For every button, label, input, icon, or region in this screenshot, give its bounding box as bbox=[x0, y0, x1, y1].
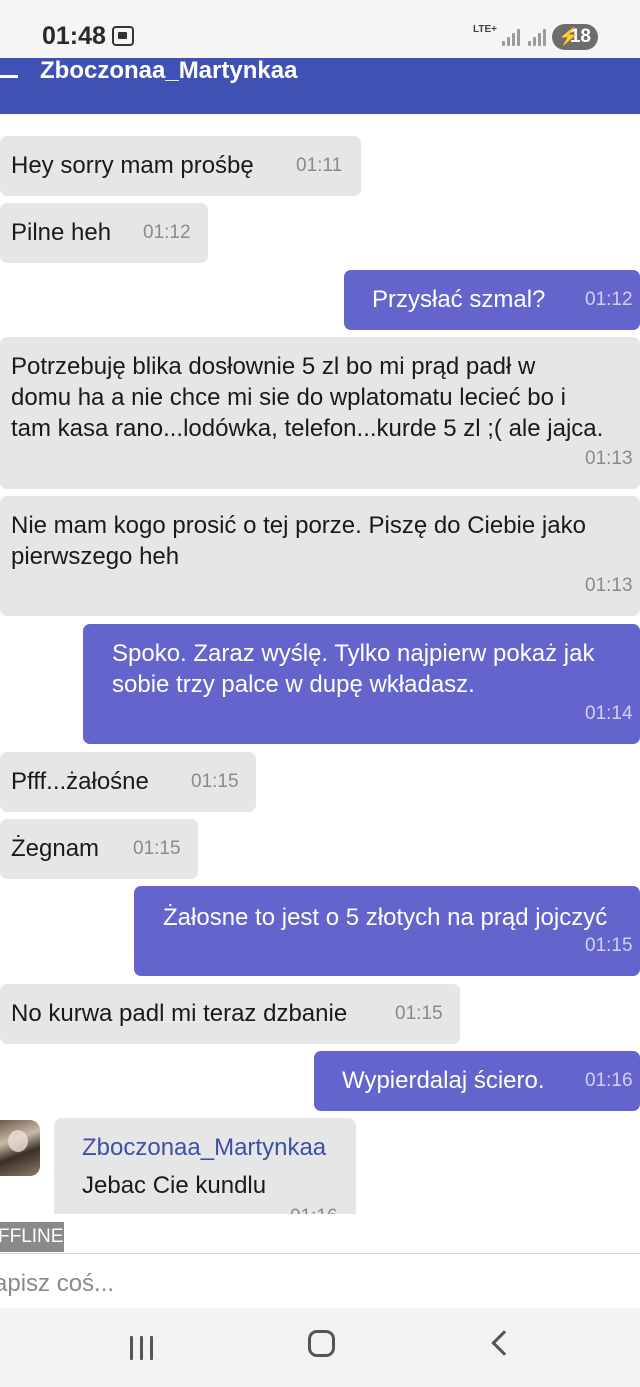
status-time: 01:48 bbox=[42, 22, 106, 50]
message-outgoing: Wypierdalaj ściero. 01:16 bbox=[314, 1051, 640, 1111]
signal-icon bbox=[502, 28, 520, 46]
message-input[interactable] bbox=[0, 1262, 640, 1306]
back-icon[interactable] bbox=[491, 1330, 517, 1356]
chat-title: Zboczonaa_Martynkaa bbox=[40, 57, 298, 84]
message-incoming: No kurwa padl mi teraz dzbanie 01:15 bbox=[0, 984, 460, 1044]
message-incoming: Pfff...żałośne 01:15 bbox=[0, 752, 256, 812]
message-incoming: Żegnam 01:15 bbox=[0, 819, 198, 879]
signal-icon bbox=[528, 28, 546, 46]
message-text: Pilne heh bbox=[11, 219, 112, 246]
message-time: 01:12 bbox=[143, 222, 191, 243]
message-time: 01:13 bbox=[585, 448, 633, 469]
message-outgoing: Spoko. Zaraz wyślę. Tylko najpierw pokaż… bbox=[83, 624, 640, 744]
screenshot-icon bbox=[112, 26, 134, 46]
message-text: Nie mam kogo prosić o tej porze. Piszę d… bbox=[11, 512, 586, 570]
message-time: 01:11 bbox=[296, 155, 343, 176]
battery-charging-icon: ⚡ 18 bbox=[552, 24, 598, 50]
message-incoming: Nie mam kogo prosić o tej porze. Piszę d… bbox=[0, 496, 640, 616]
status-bar: 01:48 LTE+ ⚡ 18 bbox=[0, 0, 640, 58]
message-text: Wypierdalaj ściero. bbox=[342, 1067, 545, 1094]
message-time: 01:15 bbox=[395, 1003, 443, 1024]
message-time: 01:15 bbox=[191, 771, 239, 792]
message-outgoing: Żałosne to jest o 5 złotych na prąd jojc… bbox=[134, 886, 640, 976]
message-time: 01:15 bbox=[585, 935, 633, 956]
sender-avatar[interactable] bbox=[0, 1120, 40, 1176]
offline-status-badge: FFLINE bbox=[0, 1222, 64, 1252]
message-incoming: Potrzebuję blika dosłownie 5 zl bo mi pr… bbox=[0, 337, 640, 489]
message-text: Hey sorry mam prośbę bbox=[11, 152, 254, 179]
message-time: 01:14 bbox=[585, 703, 633, 724]
message-text: Żałosne to jest o 5 złotych na prąd jojc… bbox=[163, 904, 608, 931]
home-icon[interactable] bbox=[308, 1330, 335, 1357]
back-arrow-icon[interactable] bbox=[0, 64, 20, 90]
message-time: 01:16 bbox=[290, 1206, 338, 1214]
message-incoming: Pilne heh 01:12 bbox=[0, 203, 208, 263]
message-time: 01:12 bbox=[585, 289, 633, 310]
sender-name[interactable]: Zboczonaa_Martynkaa bbox=[82, 1134, 326, 1162]
message-text: Żegnam bbox=[11, 835, 100, 862]
charging-bolt-icon: ⚡ bbox=[558, 27, 580, 46]
message-incoming-with-sender: Zboczonaa_Martynkaa Jebac Cie kundlu 01:… bbox=[54, 1118, 356, 1214]
message-text: Spoko. Zaraz wyślę. Tylko najpierw pokaż… bbox=[112, 640, 595, 698]
system-nav-bar bbox=[0, 1308, 640, 1387]
message-time: 01:15 bbox=[133, 838, 181, 859]
message-time: 01:16 bbox=[585, 1070, 633, 1091]
recents-icon[interactable] bbox=[130, 1336, 156, 1360]
message-text: No kurwa padl mi teraz dzbanie bbox=[11, 1000, 348, 1027]
message-text: Jebac Cie kundlu bbox=[82, 1172, 267, 1199]
chat-header: Zboczonaa_Martynkaa bbox=[0, 58, 640, 114]
message-text: Potrzebuję blika dosłownie 5 zl bo mi pr… bbox=[11, 353, 604, 442]
divider bbox=[0, 1253, 640, 1254]
message-time: 01:13 bbox=[585, 575, 633, 596]
message-text: Pfff...żałośne bbox=[11, 768, 149, 795]
message-incoming: Hey sorry mam prośbę 01:11 bbox=[0, 136, 361, 196]
message-text: Przysłać szmal? bbox=[372, 286, 546, 313]
message-outgoing: Przysłać szmal? 01:12 bbox=[344, 270, 640, 330]
network-type: LTE+ bbox=[473, 24, 497, 35]
